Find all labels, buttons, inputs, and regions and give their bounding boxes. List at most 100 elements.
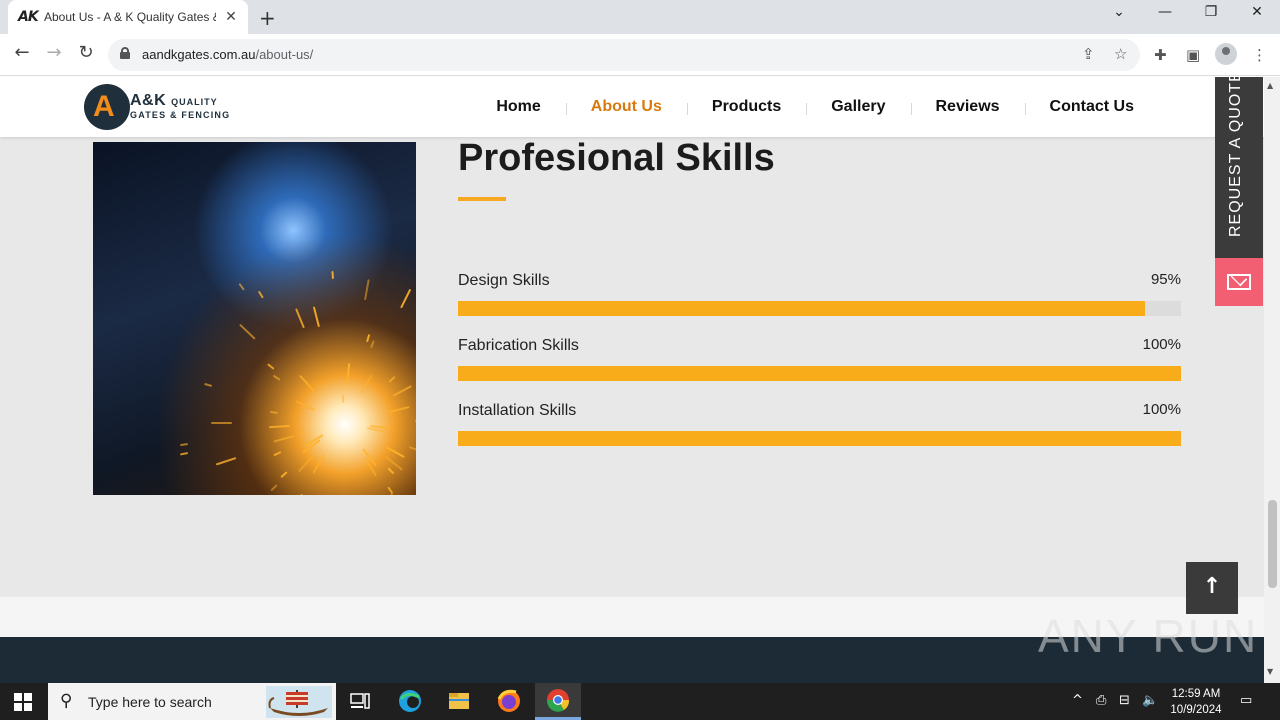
spark-streak	[295, 400, 316, 411]
nav-home[interactable]: Home	[471, 98, 565, 116]
title-underline	[458, 197, 506, 201]
reload-icon[interactable]: ↻	[73, 42, 99, 63]
window-close-icon[interactable]: ✕	[1242, 4, 1272, 20]
skill-label-installation: Installation Skills	[458, 402, 577, 419]
main-nav: Home About Us Products Gallery Reviews C…	[471, 77, 1159, 137]
spark-streak	[266, 363, 275, 370]
menu-icon[interactable]: ⋮	[1252, 46, 1267, 64]
browser-tab-active[interactable]: AK About Us - A & K Quality Gates & ✕	[8, 0, 248, 34]
chrome-icon[interactable]	[535, 683, 581, 720]
spark-streak	[312, 454, 326, 474]
tab-list-icon[interactable]: ⌄	[1104, 4, 1134, 20]
page-scrollbar[interactable]: ▲ ▼	[1264, 77, 1280, 683]
skill-fill-fabrication	[458, 366, 1181, 381]
edge-icon[interactable]	[387, 683, 433, 720]
back-to-top-button[interactable]: ↑	[1186, 562, 1238, 614]
section-title: Profesional Skills	[458, 137, 775, 179]
spark-streak	[312, 306, 320, 328]
mail-icon	[1227, 274, 1251, 290]
skill-bar-installation	[458, 431, 1181, 446]
spark-streak	[269, 410, 278, 415]
spark-streak	[387, 467, 395, 475]
taskbar-search[interactable]: ⚲ Type here to search	[48, 683, 336, 720]
taskbar-clock[interactable]: 12:59 AM 10/9/2024	[1166, 686, 1226, 718]
spark-streak	[272, 375, 281, 382]
spark-streak	[399, 288, 411, 308]
skill-label-fabrication: Fabrication Skills	[458, 337, 579, 354]
restore-icon[interactable]: ❐	[1196, 4, 1226, 20]
url-text[interactable]: aandkgates.com.au/about-us/	[142, 47, 313, 62]
logo-quality: QUALITY	[171, 97, 218, 107]
nav-gallery[interactable]: Gallery	[806, 98, 910, 116]
network-icon[interactable]: ⊟	[1119, 693, 1130, 708]
search-icon: ⚲	[60, 691, 73, 711]
windows-start-icon[interactable]	[14, 693, 32, 711]
spark-streak	[210, 421, 233, 424]
skill-percent-design: 95%	[1150, 271, 1181, 288]
tab-close-icon[interactable]: ✕	[222, 8, 240, 26]
request-quote-label: REQUEST A QUOTE	[1227, 77, 1244, 237]
tab-title: About Us - A & K Quality Gates &	[44, 10, 216, 24]
lock-icon[interactable]	[120, 47, 130, 59]
sidepanel-icon[interactable]: ▣	[1186, 46, 1200, 64]
clock-time: 12:59 AM	[1171, 688, 1221, 700]
request-quote-tab[interactable]: REQUEST A QUOTE	[1215, 77, 1263, 258]
spark-streak	[386, 486, 394, 495]
logo-mark-icon: A	[84, 84, 130, 130]
arrow-up-icon: ↑	[1202, 574, 1222, 599]
nav-contact-us[interactable]: Contact Us	[1024, 98, 1159, 116]
profile-icon[interactable]	[1215, 43, 1237, 65]
welder-photo	[93, 142, 416, 495]
new-tab-button[interactable]: +	[259, 6, 276, 30]
scroll-thumb[interactable]	[1268, 500, 1277, 588]
extensions-icon[interactable]: ✚	[1154, 46, 1167, 64]
nav-reviews[interactable]: Reviews	[910, 98, 1025, 116]
spark-streak	[294, 308, 305, 329]
logo-main: A&K	[130, 92, 167, 109]
viking-ship-icon	[266, 686, 332, 718]
spark-streak	[280, 471, 289, 478]
firefox-icon[interactable]	[486, 683, 532, 720]
scroll-down-icon[interactable]: ▼	[1267, 667, 1273, 676]
minimize-icon[interactable]: —	[1150, 4, 1180, 20]
forward-icon[interactable]: →	[41, 42, 67, 63]
spark-streak	[273, 435, 295, 444]
skill-bar-fabrication	[458, 366, 1181, 381]
volume-icon[interactable]: 🔈	[1142, 693, 1158, 708]
nav-products[interactable]: Products	[686, 98, 806, 116]
spark-streak	[297, 455, 314, 473]
spark-streak	[273, 450, 282, 457]
spark-streak	[359, 374, 373, 394]
spark-streak	[342, 395, 344, 403]
spark-streak	[408, 445, 416, 451]
spark-streak	[258, 290, 265, 299]
nav-about-us[interactable]: About Us	[565, 98, 687, 116]
tray-device-icon[interactable]: ⎙	[1096, 693, 1106, 708]
webpage: A A&K QUALITY GATES & FENCING Home About…	[0, 77, 1264, 683]
email-tab[interactable]	[1215, 258, 1263, 306]
notifications-icon[interactable]: ▭	[1240, 693, 1252, 708]
windows-taskbar: ⚲ Type here to search ^ ⎙ ⊟ 🔈 12:59 AM 1…	[0, 683, 1280, 720]
clock-date: 10/9/2024	[1170, 704, 1222, 716]
browser-toolbar: ← → ↻ aandkgates.com.au/about-us/ ⇪ ☆ ✚ …	[0, 34, 1280, 76]
browser-tab-bar: AK About Us - A & K Quality Gates & ✕ + …	[0, 0, 1280, 34]
spark-streak	[299, 375, 315, 392]
site-logo[interactable]: A A&K QUALITY GATES & FENCING	[84, 84, 244, 130]
bookmark-star-icon[interactable]: ☆	[1114, 45, 1127, 63]
skill-bar-design	[458, 301, 1181, 316]
address-bar[interactable]: aandkgates.com.au/about-us/ ⇪ ☆	[108, 39, 1140, 71]
scroll-up-icon[interactable]: ▲	[1267, 81, 1273, 90]
tray-chevron-icon[interactable]: ^	[1072, 693, 1083, 708]
back-icon[interactable]: ←	[9, 42, 35, 63]
spark-streak	[238, 282, 246, 291]
spark-streak	[392, 385, 413, 397]
site-header: A A&K QUALITY GATES & FENCING Home About…	[0, 77, 1264, 137]
share-icon[interactable]: ⇪	[1082, 45, 1095, 63]
skill-fill-design	[458, 301, 1145, 316]
spark-streak	[239, 324, 257, 341]
task-view-icon[interactable]	[337, 683, 383, 720]
skill-fill-installation	[458, 431, 1181, 446]
spark-streak	[297, 493, 303, 495]
spark-streak	[270, 483, 279, 491]
file-explorer-icon[interactable]	[436, 683, 482, 720]
